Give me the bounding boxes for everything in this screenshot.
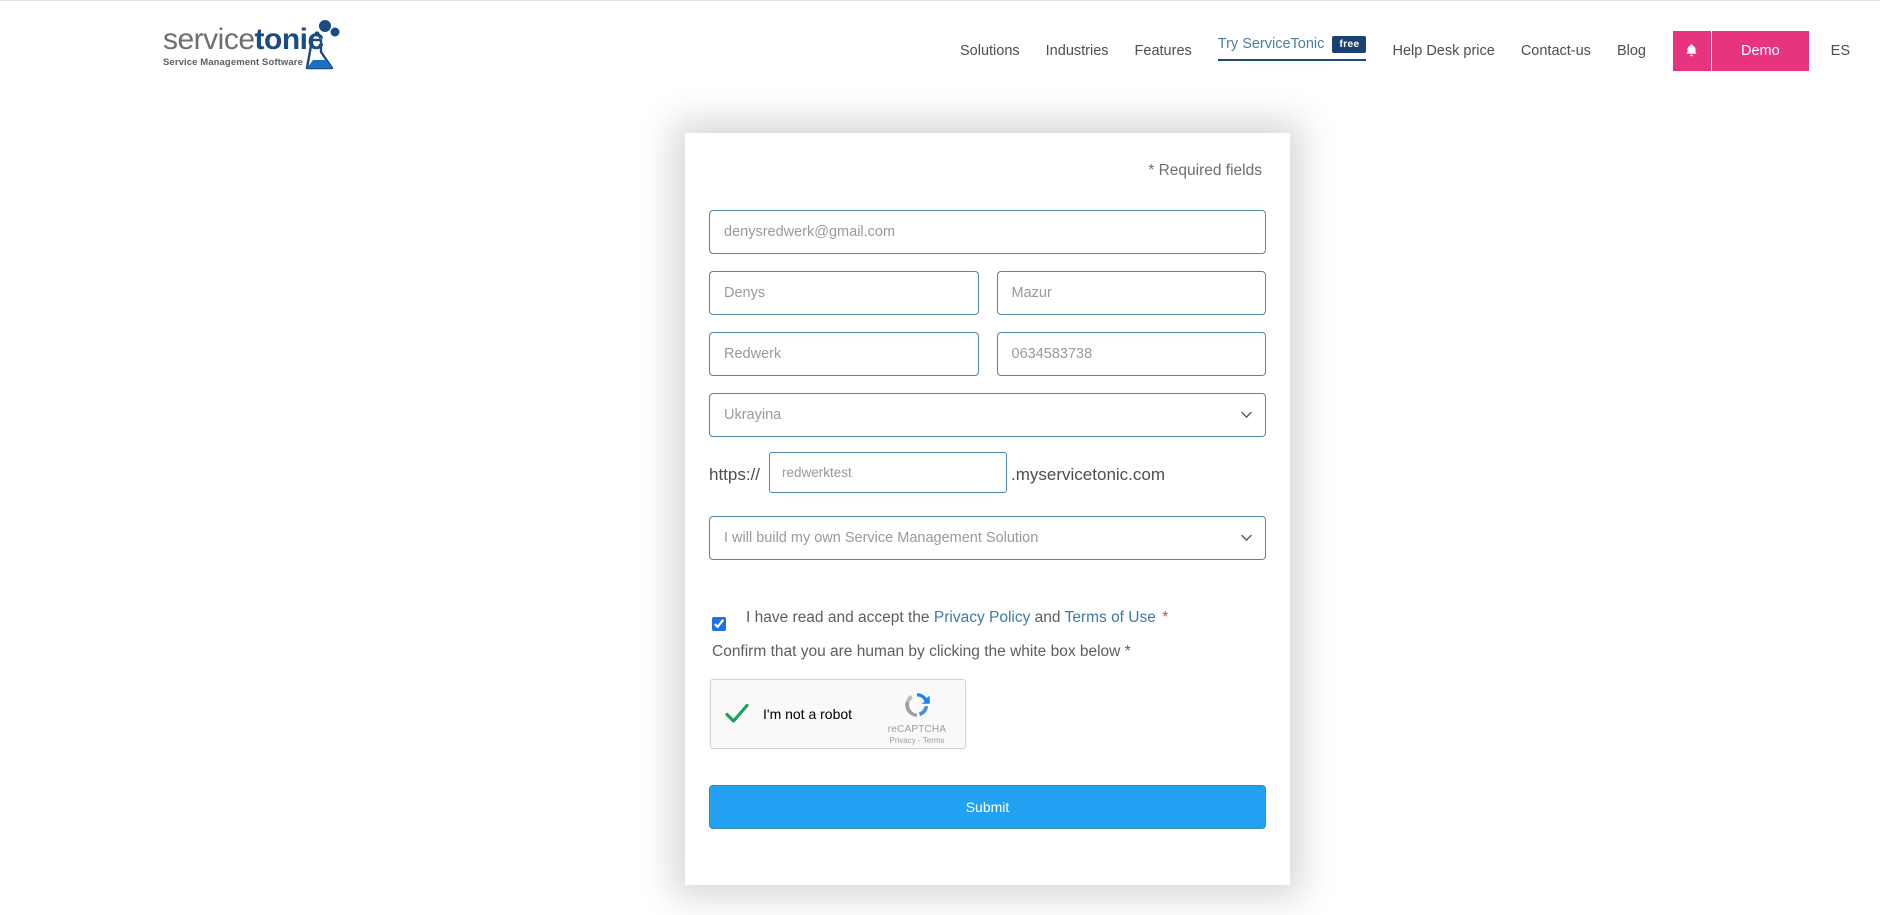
logo-service-text: service: [163, 23, 255, 56]
solution-select-wrap: I will build my own Service Management S…: [709, 516, 1266, 560]
nav-item-try-servicetonic[interactable]: Try ServiceTonic free: [1217, 34, 1367, 69]
human-verification-note: Confirm that you are human by clicking t…: [712, 643, 1131, 660]
consent-text: I have read and accept the Privacy Polic…: [746, 608, 1168, 628]
solution-select[interactable]: I will build my own Service Management S…: [709, 516, 1266, 560]
company-wrap: [709, 332, 979, 376]
nav-item-contact-us[interactable]: Contact-us: [1521, 41, 1591, 61]
recaptcha-privacy-link[interactable]: Privacy: [890, 736, 916, 745]
consent-checkbox[interactable]: [712, 617, 726, 631]
company-input[interactable]: [709, 332, 979, 376]
nav-active-underline: [1217, 58, 1367, 61]
required-fields-note: * Required fields: [1148, 162, 1262, 179]
consent-row: I have read and accept the Privacy Polic…: [709, 608, 1266, 631]
first-name-input[interactable]: [709, 271, 979, 315]
logo-tagline: Service Management Software: [163, 57, 303, 68]
last-name-wrap: [996, 271, 1266, 315]
recaptcha-legal-separator: -: [917, 736, 921, 745]
notifications-button[interactable]: [1672, 31, 1711, 71]
submit-button[interactable]: Submit: [709, 785, 1266, 829]
last-name-input[interactable]: [996, 271, 1266, 315]
nav-item-blog[interactable]: Blog: [1617, 41, 1646, 61]
consent-text-before: I have read and accept the: [746, 609, 930, 626]
nav-item-help-desk-price[interactable]: Help Desk price: [1392, 41, 1494, 61]
checkmark-icon: [725, 703, 749, 723]
country-select-wrap: Ukrayina: [709, 393, 1266, 437]
flask-icon: [305, 20, 340, 70]
language-switch-es[interactable]: ES: [1831, 43, 1850, 59]
subdomain-input[interactable]: [769, 451, 1008, 493]
email-input[interactable]: [709, 210, 1266, 254]
phone-input[interactable]: [996, 332, 1266, 376]
nav-item-industries[interactable]: Industries: [1046, 41, 1109, 61]
recaptcha-terms-link[interactable]: Terms: [923, 736, 945, 745]
header-cta-group: Demo: [1672, 31, 1809, 71]
subdomain-prefix: https://: [709, 465, 761, 484]
terms-of-use-link[interactable]: Terms of Use: [1065, 609, 1156, 626]
recaptcha-brand: reCAPTCHA Privacy - Terms: [879, 689, 955, 746]
phone-wrap: [996, 332, 1266, 376]
privacy-policy-link[interactable]: Privacy Policy: [934, 609, 1030, 626]
consent-text-middle: and: [1034, 609, 1061, 626]
recaptcha-brand-name: reCAPTCHA: [887, 724, 947, 735]
logo-wordmark: servicetonic: [163, 23, 324, 56]
signup-form-card: * Required fields Ukrayina https:// .mys…: [685, 133, 1290, 885]
main-nav: Solutions Industries Features Try Servic…: [947, 1, 1880, 101]
name-row: [709, 271, 1266, 315]
email-row: [709, 210, 1266, 254]
nav-item-features[interactable]: Features: [1135, 41, 1192, 61]
country-select[interactable]: Ukrayina: [709, 393, 1266, 437]
demo-button[interactable]: Demo: [1711, 31, 1809, 71]
subdomain-row: https:// .myservicetonic.com: [709, 451, 1266, 499]
consent-required-mark: *: [1162, 609, 1169, 626]
recaptcha-label: I'm not a robot: [763, 705, 853, 722]
site-logo[interactable]: servicetonic Service Management Software: [163, 20, 340, 76]
site-header: servicetonic Service Management Software…: [0, 1, 1880, 101]
recaptcha-widget[interactable]: I'm not a robot reCAPTCHA Privacy - Term…: [710, 679, 966, 749]
company-phone-row: [709, 332, 1266, 376]
free-badge: free: [1332, 35, 1367, 53]
recaptcha-logo-icon: [905, 693, 930, 717]
nav-item-try-servicetonic-label: Try ServiceTonic: [1217, 36, 1325, 52]
nav-item-solutions[interactable]: Solutions: [960, 41, 1020, 61]
recaptcha-legal: Privacy - Terms: [879, 736, 955, 746]
bell-icon: [1686, 44, 1698, 57]
first-name-wrap: [709, 271, 979, 315]
subdomain-suffix: .myservicetonic.com: [1011, 465, 1166, 484]
